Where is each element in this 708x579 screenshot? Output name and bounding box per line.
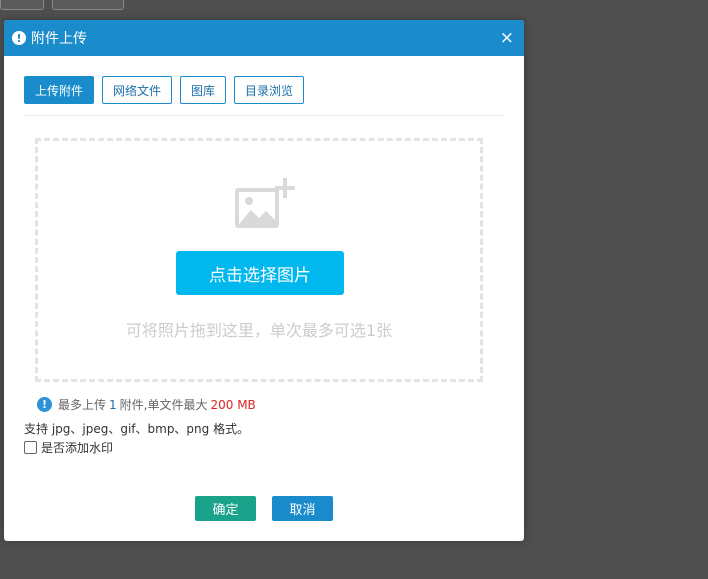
exclamation-icon: ! bbox=[12, 31, 26, 45]
info-icon: ! bbox=[37, 397, 52, 412]
cancel-button[interactable]: 取消 bbox=[272, 496, 333, 521]
max-size: 200 MB bbox=[210, 397, 256, 412]
dialog-header: ! 附件上传 × bbox=[4, 20, 524, 56]
select-image-button[interactable]: 点击选择图片 bbox=[176, 251, 344, 295]
max-count: 1 bbox=[109, 397, 117, 412]
tab-gallery[interactable]: 图库 bbox=[180, 76, 227, 104]
background-button bbox=[52, 0, 124, 10]
limit-prefix: 最多上传 bbox=[58, 398, 107, 412]
confirm-button[interactable]: 确定 bbox=[195, 496, 256, 521]
supported-formats: 支持 jpg、jpeg、gif、bmp、png 格式。 bbox=[24, 422, 250, 436]
close-icon[interactable]: × bbox=[500, 29, 514, 47]
limit-middle: 附件,单文件最大 bbox=[119, 398, 208, 412]
watermark-label[interactable]: 是否添加水印 bbox=[41, 439, 113, 456]
tab-bar: 上传附件 网络文件 图库 目录浏览 bbox=[4, 56, 524, 104]
tab-network-file[interactable]: 网络文件 bbox=[102, 76, 173, 104]
tab-upload-attachment[interactable]: 上传附件 bbox=[24, 76, 95, 104]
watermark-checkbox[interactable] bbox=[24, 441, 37, 454]
dialog-title: 附件上传 bbox=[31, 31, 87, 47]
tab-directory-browse[interactable]: 目录浏览 bbox=[234, 76, 305, 104]
tabs-divider bbox=[24, 115, 504, 116]
upload-dialog: ! 附件上传 × 上传附件 网络文件 图库 目录浏览 点击选择图片 可将照片拖到… bbox=[4, 20, 524, 541]
upload-limit-info: ! 最多上传 1 附件,单文件最大 200 MB bbox=[37, 396, 256, 413]
add-image-icon bbox=[235, 178, 295, 228]
background-button bbox=[0, 0, 44, 10]
watermark-option[interactable]: 是否添加水印 bbox=[24, 439, 113, 456]
drop-zone[interactable]: 点击选择图片 可将照片拖到这里，单次最多可选1张 bbox=[35, 138, 483, 382]
drop-hint-text: 可将照片拖到这里，单次最多可选1张 bbox=[125, 321, 393, 340]
